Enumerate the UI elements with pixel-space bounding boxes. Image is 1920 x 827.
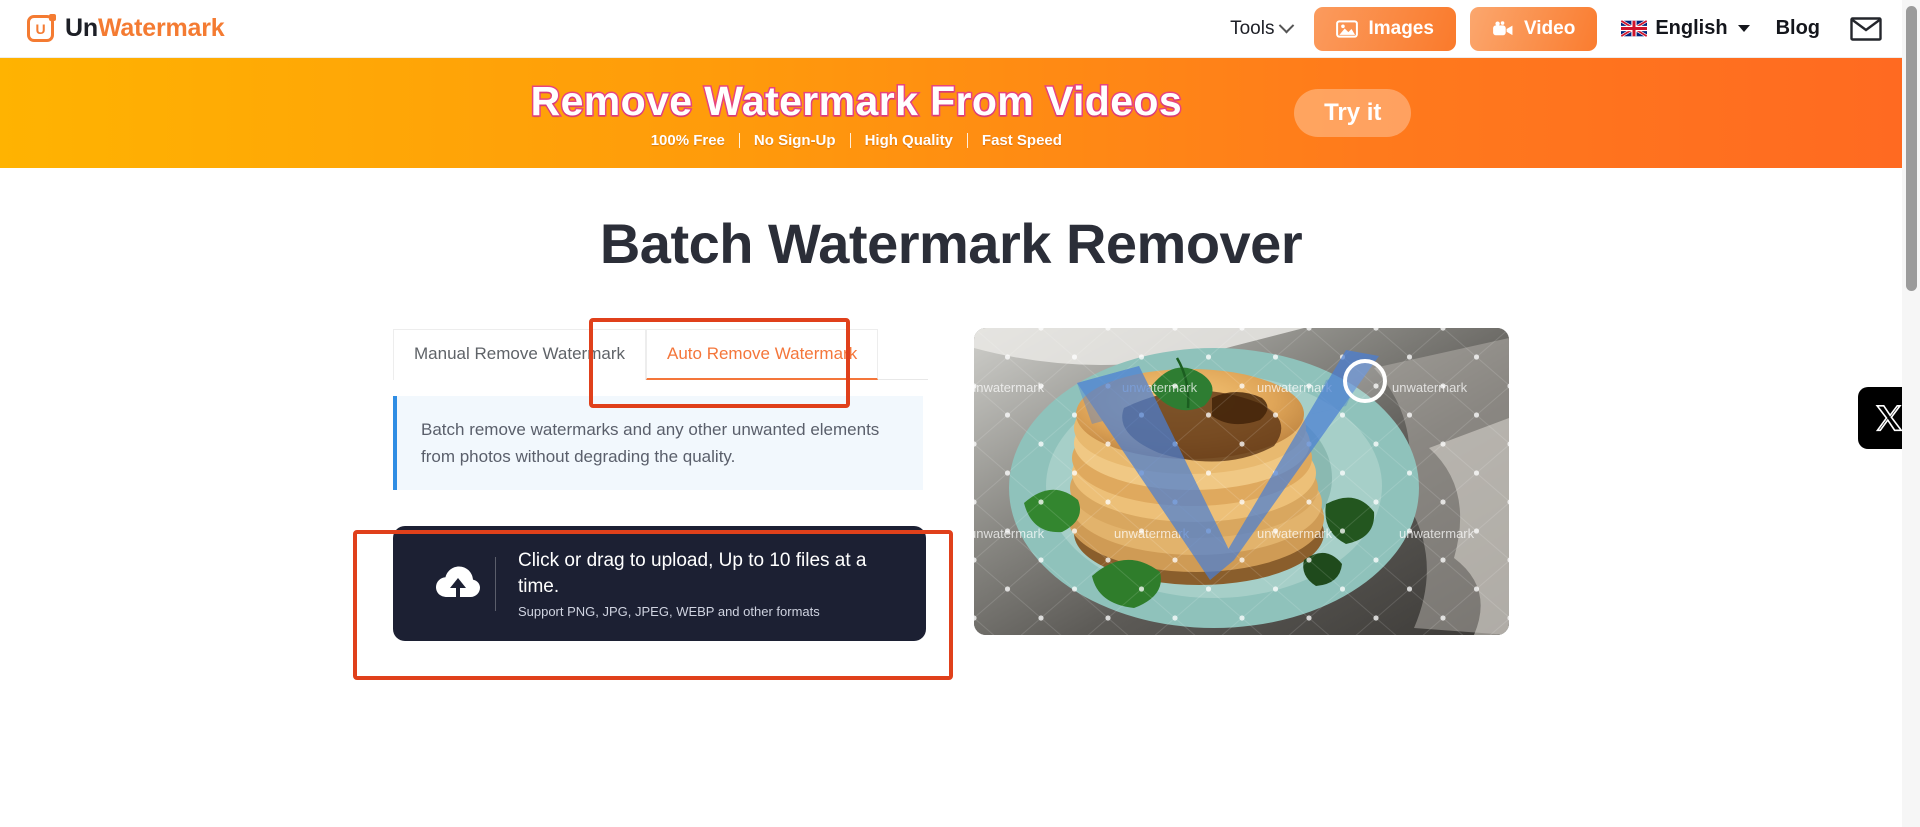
try-it-button[interactable]: Try it — [1294, 89, 1412, 137]
preview-illustration: unwatermark unwatermark unwatermark unwa… — [974, 328, 1509, 635]
upload-secondary-text: Support PNG, JPG, JPEG, WEBP and other f… — [517, 603, 820, 619]
brush-cursor-icon — [1343, 359, 1387, 403]
upload-divider — [495, 556, 496, 611]
images-button-label: Images — [1368, 17, 1434, 39]
language-selector[interactable]: English — [1621, 17, 1750, 40]
promo-banner: Remove Watermark From Videos 100% Free N… — [0, 58, 1902, 168]
video-button-label: Video — [1523, 17, 1576, 39]
tool-left-column: Manual Remove Watermark Auto Remove Wate… — [353, 318, 953, 680]
promo-banner-features: 100% Free No Sign-Up High Quality Fast S… — [637, 132, 1076, 149]
main-navigation: Tools Images Video English Blog — [1216, 6, 1902, 51]
blog-link[interactable]: Blog — [1776, 17, 1820, 40]
watermark-text: unwatermark — [1257, 526, 1333, 541]
brand-name-part2: Watermark — [97, 14, 225, 42]
preview-image: unwatermark unwatermark unwatermark unwa… — [974, 328, 1509, 635]
x-twitter-icon — [1875, 404, 1903, 432]
upload-dropzone[interactable]: Click or drag to upload, Up to 10 files … — [393, 526, 926, 641]
brand-logo-link[interactable]: U UnWatermark — [27, 14, 225, 43]
promo-banner-title: Remove Watermark From Videos — [529, 76, 1183, 125]
promo-feature: High Quality — [864, 131, 953, 149]
nav-tools-label: Tools — [1230, 17, 1275, 39]
upload-area: Click or drag to upload, Up to 10 files … — [393, 526, 926, 641]
promo-feature: 100% Free — [650, 131, 725, 149]
watermark-text: unwatermark — [1392, 380, 1468, 395]
mode-tabs: Manual Remove Watermark Auto Remove Wate… — [393, 328, 928, 380]
site-header: U UnWatermark Tools Images Video English… — [0, 0, 1902, 58]
tool-section: Manual Remove Watermark Auto Remove Wate… — [0, 318, 1902, 680]
upload-texts: Click or drag to upload, Up to 10 files … — [518, 548, 900, 618]
video-camera-icon — [1493, 20, 1513, 35]
page-title: Batch Watermark Remover — [599, 212, 1303, 275]
chevron-down-icon — [1279, 17, 1295, 34]
logo-letter: U — [35, 20, 46, 37]
language-label: English — [1655, 17, 1728, 39]
cloud-upload-icon — [436, 566, 480, 600]
brand-name: UnWatermark — [65, 14, 225, 43]
tab-manual-remove-watermark[interactable]: Manual Remove Watermark — [393, 329, 646, 380]
image-icon — [1336, 19, 1359, 38]
watermark-text: unwatermark — [974, 526, 1045, 541]
unwatermark-logo-icon: U — [27, 14, 56, 42]
promo-feature: Fast Speed — [981, 131, 1062, 149]
scrollbar-thumb[interactable] — [1906, 6, 1917, 291]
nav-tools-dropdown[interactable]: Tools — [1216, 18, 1306, 40]
info-box: Batch remove watermarks and any other un… — [393, 396, 923, 491]
images-button[interactable]: Images — [1314, 6, 1456, 51]
upload-primary-text: Click or drag to upload, Up to 10 files … — [517, 550, 867, 598]
promo-feature: No Sign-Up — [753, 131, 836, 149]
info-box-text: Batch remove watermarks and any other un… — [421, 420, 880, 467]
video-button[interactable]: Video — [1469, 6, 1598, 51]
uk-flag-icon — [1621, 20, 1648, 37]
promo-banner-text: Remove Watermark From Videos 100% Free N… — [529, 76, 1183, 149]
tab-auto-remove-watermark[interactable]: Auto Remove Watermark — [646, 329, 879, 380]
caret-down-icon — [1737, 25, 1750, 32]
watermark-text: unwatermark — [974, 380, 1045, 395]
brand-name-part1: Un — [65, 14, 98, 42]
envelope-icon[interactable] — [1850, 16, 1882, 41]
watermark-text: unwatermark — [1399, 526, 1475, 541]
main-content: Batch Watermark Remover Manual Remove Wa… — [0, 168, 1902, 827]
